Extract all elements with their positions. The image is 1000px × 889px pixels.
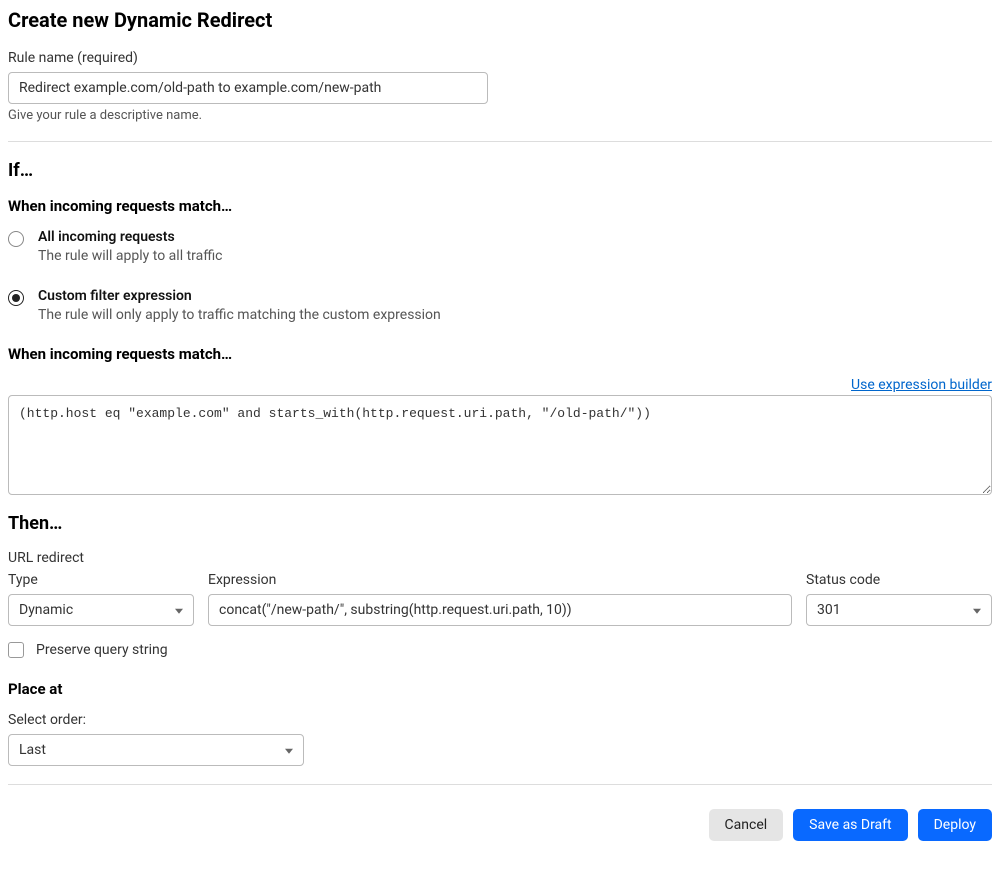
rule-name-input[interactable] [8, 72, 488, 104]
then-heading: Then… [8, 513, 992, 534]
radio-custom-expression[interactable]: Custom filter expression The rule will o… [8, 288, 992, 323]
page-title: Create new Dynamic Redirect [8, 8, 992, 32]
divider [8, 141, 992, 142]
expression-builder-link[interactable]: Use expression builder [851, 377, 992, 393]
divider [8, 784, 992, 785]
if-heading: If… [8, 160, 992, 181]
rule-name-hint: Give your rule a descriptive name. [8, 108, 992, 123]
radio-desc: The rule will only apply to traffic matc… [38, 307, 992, 323]
rule-name-label: Rule name (required) [8, 50, 992, 66]
order-select[interactable]: Last [8, 734, 304, 766]
type-label: Type [8, 572, 194, 588]
preserve-query-label: Preserve query string [36, 642, 168, 658]
radio-icon [8, 290, 24, 306]
match-subheading: When incoming requests match… [8, 197, 992, 215]
expression-heading: When incoming requests match… [8, 345, 992, 363]
radio-icon [8, 231, 24, 247]
expression-label: Expression [208, 572, 792, 588]
radio-title: Custom filter expression [38, 288, 992, 304]
place-at-heading: Place at [8, 680, 992, 698]
url-redirect-label: URL redirect [8, 550, 992, 566]
cancel-button[interactable]: Cancel [709, 809, 784, 841]
select-order-label: Select order: [8, 712, 992, 728]
status-code-select[interactable]: 301 [806, 594, 992, 626]
radio-title: All incoming requests [38, 229, 992, 245]
save-draft-button[interactable]: Save as Draft [793, 809, 907, 841]
preserve-query-checkbox[interactable] [8, 642, 24, 658]
match-radio-group: All incoming requests The rule will appl… [8, 229, 992, 323]
radio-all-requests[interactable]: All incoming requests The rule will appl… [8, 229, 992, 264]
status-label: Status code [806, 572, 992, 588]
deploy-button[interactable]: Deploy [918, 809, 992, 841]
radio-desc: The rule will apply to all traffic [38, 248, 992, 264]
type-select[interactable]: Dynamic [8, 594, 194, 626]
redirect-expression-input[interactable] [208, 594, 792, 626]
match-expression-textarea[interactable]: (http.host eq "example.com" and starts_w… [8, 395, 992, 495]
